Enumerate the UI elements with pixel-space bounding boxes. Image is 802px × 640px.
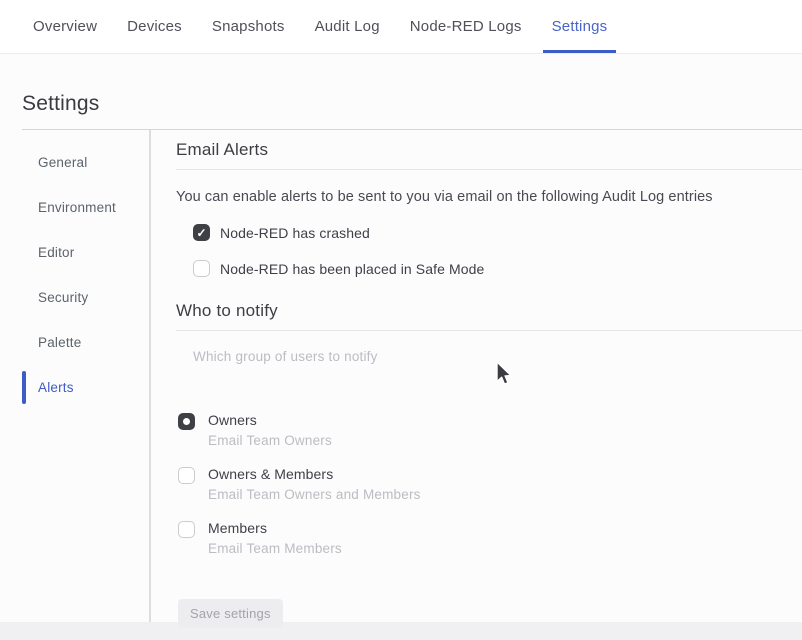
page-header: Settings <box>0 54 802 129</box>
checkbox-label: Node-RED has crashed <box>220 225 370 241</box>
alerts-settings-panel: Email Alerts You can enable alerts to be… <box>151 130 802 622</box>
who-to-notify-section-title: Who to notify <box>176 301 802 331</box>
sidebar-item-security[interactable]: Security <box>0 275 149 320</box>
sidebar-item-alerts[interactable]: Alerts <box>0 365 149 410</box>
checkbox-node-red-crashed[interactable]: ✓ <box>193 224 210 241</box>
tab-devices[interactable]: Devices <box>118 0 191 53</box>
sidebar-item-label: Environment <box>38 200 116 215</box>
radio-dot-icon <box>183 418 190 425</box>
radio-owners[interactable] <box>178 413 195 430</box>
notify-radio-group: Owners Email Team Owners Owners & Member… <box>178 412 802 556</box>
settings-sidebar: General Environment Editor Security Pale… <box>0 130 151 622</box>
tab-snapshots[interactable]: Snapshots <box>203 0 294 53</box>
email-alerts-description: You can enable alerts to be sent to you … <box>176 189 802 205</box>
active-indicator-bar <box>22 371 26 404</box>
sidebar-item-general[interactable]: General <box>0 140 149 185</box>
checkbox-row-safe-mode[interactable]: Node-RED has been placed in Safe Mode <box>193 260 802 277</box>
sidebar-item-palette[interactable]: Palette <box>0 320 149 365</box>
page-title: Settings <box>22 92 802 116</box>
sidebar-item-label: General <box>38 155 87 170</box>
who-to-notify-hint: Which group of users to notify <box>193 349 802 364</box>
radio-row-owners[interactable]: Owners Email Team Owners <box>178 412 802 448</box>
tab-node-red-logs[interactable]: Node-RED Logs <box>401 0 531 53</box>
checkmark-icon: ✓ <box>196 227 206 239</box>
radio-row-owners-members[interactable]: Owners & Members Email Team Owners and M… <box>178 466 802 502</box>
settings-content: General Environment Editor Security Pale… <box>0 130 802 622</box>
settings-page: Overview Devices Snapshots Audit Log Nod… <box>0 0 802 622</box>
save-settings-button[interactable]: Save settings <box>178 599 283 628</box>
tab-audit-log[interactable]: Audit Log <box>306 0 389 53</box>
radio-description: Email Team Owners <box>208 433 332 448</box>
radio-label: Owners & Members <box>208 466 421 482</box>
sidebar-item-label: Security <box>38 290 88 305</box>
email-alerts-section-title: Email Alerts <box>176 140 802 170</box>
radio-label: Members <box>208 520 342 536</box>
sidebar-item-label: Editor <box>38 245 74 260</box>
radio-members[interactable] <box>178 521 195 538</box>
radio-row-members[interactable]: Members Email Team Members <box>178 520 802 556</box>
radio-owners-members[interactable] <box>178 467 195 484</box>
sidebar-item-label: Alerts <box>38 380 74 395</box>
tab-settings[interactable]: Settings <box>543 0 617 53</box>
radio-label: Owners <box>208 412 332 428</box>
sidebar-item-label: Palette <box>38 335 81 350</box>
checkbox-row-crashed[interactable]: ✓ Node-RED has crashed <box>193 224 802 241</box>
radio-description: Email Team Members <box>208 541 342 556</box>
tab-overview[interactable]: Overview <box>24 0 106 53</box>
sidebar-item-editor[interactable]: Editor <box>0 230 149 275</box>
checkbox-node-red-safe-mode[interactable] <box>193 260 210 277</box>
instance-tab-bar: Overview Devices Snapshots Audit Log Nod… <box>0 0 802 54</box>
checkbox-label: Node-RED has been placed in Safe Mode <box>220 261 484 277</box>
radio-description: Email Team Owners and Members <box>208 487 421 502</box>
sidebar-item-environment[interactable]: Environment <box>0 185 149 230</box>
